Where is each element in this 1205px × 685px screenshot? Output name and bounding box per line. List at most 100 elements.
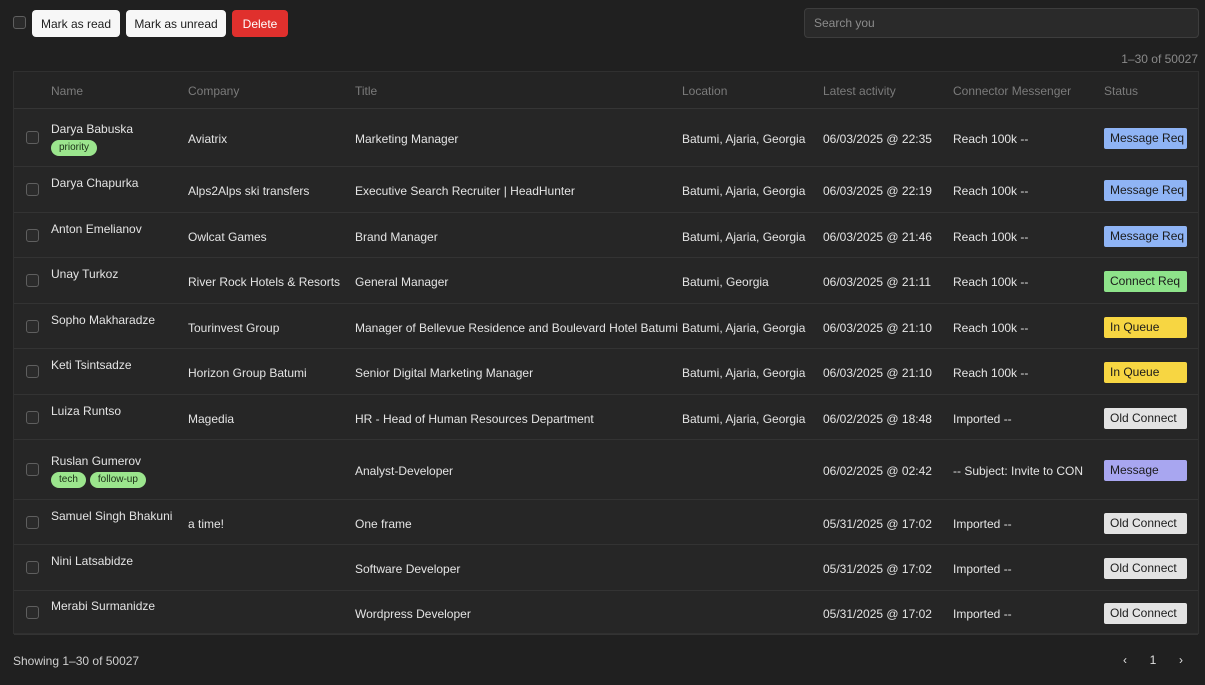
title-cell: Manager of Bellevue Residence and Boulev… (355, 320, 678, 335)
status-badge[interactable]: Connect Req (1104, 271, 1187, 292)
table-row[interactable]: Ruslan Gumerov tech follow-up Analyst-Devel… (14, 440, 1198, 500)
tag-list: priority (51, 140, 98, 156)
title-cell: One frame (355, 516, 412, 531)
column-header-latest-activity[interactable]: Latest activity (823, 84, 896, 98)
connector-messenger-cell: -- Subject: Invite to CON (953, 464, 1084, 478)
connector-messenger-cell: Imported -- (953, 516, 1012, 531)
select-all-checkbox[interactable] (13, 16, 26, 29)
status-badge[interactable]: In Queue (1104, 362, 1187, 383)
title-cell: Marketing Manager (355, 132, 459, 146)
table-row[interactable]: Nini Latsabidze Software Developer 05/31/2… (14, 545, 1198, 591)
row-checkbox[interactable] (26, 561, 39, 574)
column-header-location[interactable]: Location (682, 84, 727, 98)
latest-activity-cell: 06/03/2025 @ 22:35 (823, 132, 932, 146)
tag-badge: tech (51, 472, 86, 488)
latest-activity-cell: 05/31/2025 @ 17:02 (823, 516, 932, 531)
status-badge[interactable]: Message Req (1104, 128, 1187, 149)
contact-name[interactable]: Ruslan Gumerov (51, 454, 141, 468)
latest-activity-cell: 06/03/2025 @ 21:10 (823, 320, 932, 335)
contact-name[interactable]: Darya Babuska (51, 122, 133, 136)
status-badge[interactable]: Message Req (1104, 225, 1187, 247)
contact-name[interactable]: Anton Emelianov (51, 222, 142, 236)
tag-badge: follow-up (89, 472, 146, 488)
location-cell: Batumi, Ajaria, Georgia (682, 411, 806, 426)
contact-name[interactable]: Nini Latsabidze (51, 554, 133, 568)
tag-list: tech follow-up (51, 472, 146, 488)
location-cell: Batumi, Ajaria, Georgia (682, 132, 806, 146)
table-row[interactable]: Anton Emelianov Owlcat Games Brand Manager… (14, 213, 1198, 258)
title-cell: HR - Head of Human Resources Department (355, 411, 594, 426)
status-badge[interactable]: Old Connect (1104, 603, 1187, 624)
row-checkbox[interactable] (26, 183, 39, 196)
row-checkbox[interactable] (26, 228, 39, 242)
contact-name[interactable]: Sopho Makharadze (51, 313, 155, 327)
row-checkbox[interactable] (26, 274, 39, 287)
row-checkbox[interactable] (26, 606, 39, 619)
location-cell: Batumi, Georgia (682, 275, 769, 289)
title-cell: Senior Digital Marketing Manager (355, 366, 534, 380)
status-badge[interactable]: Old Connect (1104, 407, 1187, 429)
column-header-title[interactable]: Title (355, 84, 377, 98)
column-header-company[interactable]: Company (188, 84, 239, 98)
status-badge[interactable]: In Queue (1104, 316, 1187, 338)
contact-name[interactable]: Darya Chapurka (51, 176, 138, 190)
column-header-name[interactable]: Name (51, 84, 83, 98)
location-cell: Batumi, Ajaria, Georgia (682, 184, 806, 198)
connector-messenger-cell: Reach 100k -- (953, 320, 1029, 335)
contact-name[interactable]: Keti Tsintsadze (51, 358, 132, 372)
table-row[interactable]: Darya Babuska priority Aviatrix Marketing M… (14, 109, 1198, 167)
status-badge[interactable]: Message (1104, 460, 1187, 481)
mark-as-unread-button[interactable]: Mark as unread (126, 10, 226, 37)
tag-badge: priority (51, 140, 98, 156)
row-checkbox[interactable] (26, 410, 39, 424)
search-input[interactable] (804, 8, 1199, 38)
latest-activity-cell: 06/02/2025 @ 18:48 (823, 411, 932, 426)
company-cell: Horizon Group Batumi (188, 366, 307, 380)
row-checkbox[interactable] (26, 131, 39, 144)
row-checkbox[interactable] (26, 365, 39, 378)
company-cell: a time! (188, 516, 225, 531)
title-cell: Software Developer (355, 562, 461, 576)
status-badge[interactable]: Old Connect (1104, 512, 1187, 534)
column-header-connector-messenger[interactable]: Connector Messenger (953, 84, 1071, 98)
mark-as-read-button[interactable]: Mark as read (32, 10, 120, 37)
contact-name[interactable]: Samuel Singh Bhakuni (51, 509, 172, 523)
title-cell: Brand Manager (355, 229, 438, 244)
title-cell: Executive Search Recruiter | HeadHunter (355, 184, 575, 198)
company-cell: Alps2Alps ski transfers (188, 184, 310, 198)
row-checkbox[interactable] (26, 319, 39, 333)
connector-messenger-cell: Reach 100k -- (953, 184, 1029, 198)
contact-name[interactable]: Merabi Surmanidze (51, 599, 155, 613)
pagination: ‹ 1 › (1113, 650, 1193, 670)
column-header-status[interactable]: Status (1104, 84, 1138, 98)
page-number[interactable]: 1 (1141, 650, 1165, 670)
row-checkbox[interactable] (26, 515, 39, 529)
prev-page-icon[interactable]: ‹ (1113, 650, 1137, 670)
showing-count: Showing 1–30 of 50027 (13, 654, 140, 668)
company-cell: Tourinvest Group (188, 320, 280, 335)
location-cell: Batumi, Ajaria, Georgia (682, 366, 806, 380)
status-badge[interactable]: Message Req (1104, 180, 1187, 201)
range-count-top: 1–30 of 50027 (1121, 52, 1198, 66)
table-row[interactable]: Samuel Singh Bhakuni a time! One frame 05/3… (14, 500, 1198, 545)
latest-activity-cell: 06/02/2025 @ 02:42 (823, 464, 932, 478)
table-row[interactable]: Sopho Makharadze Tourinvest Group Manager … (14, 304, 1198, 349)
table-row[interactable]: Darya Chapurka Alps2Alps ski transfers Exe… (14, 167, 1198, 213)
table-row[interactable]: Keti Tsintsadze Horizon Group Batumi Senio… (14, 349, 1198, 395)
next-page-icon[interactable]: › (1169, 650, 1193, 670)
contact-name[interactable]: Unay Turkoz (51, 267, 118, 281)
company-cell: Owlcat Games (188, 229, 267, 244)
contact-name[interactable]: Luiza Runtso (51, 404, 121, 418)
row-checkbox[interactable] (26, 463, 39, 476)
delete-button[interactable]: Delete (232, 10, 288, 37)
connector-messenger-cell: Reach 100k -- (953, 275, 1029, 289)
company-cell: River Rock Hotels & Resorts (188, 275, 341, 289)
latest-activity-cell: 06/03/2025 @ 21:11 (823, 275, 932, 289)
company-cell: Aviatrix (188, 132, 228, 146)
status-badge[interactable]: Old Connect (1104, 558, 1187, 579)
table-row[interactable]: Luiza Runtso Magedia HR - Head of Human Re… (14, 395, 1198, 440)
latest-activity-cell: 05/31/2025 @ 17:02 (823, 607, 932, 621)
title-cell: Analyst-Developer (355, 464, 454, 478)
table-row[interactable]: Merabi Surmanidze Wordpress Developer 05/3… (14, 591, 1198, 635)
table-row[interactable]: Unay Turkoz River Rock Hotels & Resorts Ge… (14, 258, 1198, 304)
